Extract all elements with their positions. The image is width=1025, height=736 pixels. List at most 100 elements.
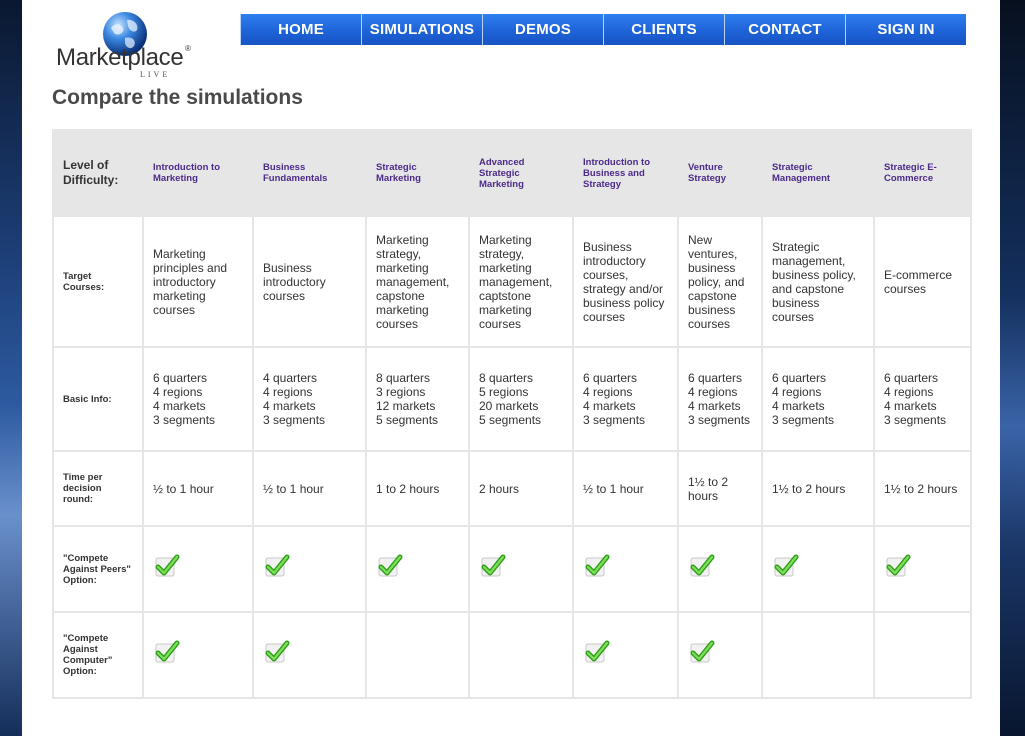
cell-line: 4 markets — [153, 399, 206, 413]
table-cell — [873, 611, 972, 699]
table-body: Target Courses: Marketing principles and … — [52, 215, 972, 699]
table-cell: New ventures, business policy, and capst… — [677, 215, 763, 348]
column-header[interactable]: Introduction to Business and Strategy — [572, 129, 679, 217]
green-checkmark-icon — [884, 552, 912, 580]
column-header[interactable]: Venture Strategy — [677, 129, 763, 217]
column-header[interactable]: Strategic Management — [761, 129, 875, 217]
table-cell — [468, 611, 574, 699]
table-cell: 6 quarters 4 regions 4 markets 3 segments — [142, 346, 254, 452]
main-nav: HOME SIMULATIONS DEMOS CLIENTS CONTACT S… — [240, 14, 966, 45]
table-cell: ½ to 1 hour — [572, 450, 679, 527]
column-header[interactable]: Introduction to Marketing — [142, 129, 254, 217]
table-cell: Marketing strategy, marketing management… — [468, 215, 574, 348]
table-cell — [142, 525, 254, 613]
cell-line: 4 regions — [884, 385, 934, 399]
table-cell: Strategic management, business policy, a… — [761, 215, 875, 348]
cell-line: 4 markets — [688, 399, 741, 413]
table-header-row: Level of Difficulty: Introduction to Mar… — [52, 129, 972, 217]
table-cell — [252, 525, 367, 613]
cell-line: 5 segments — [376, 413, 439, 427]
table-row: "Compete Against Peers" Option: — [52, 525, 972, 613]
green-checkmark-icon — [153, 552, 181, 580]
comparison-table: Level of Difficulty: Introduction to Mar… — [52, 129, 972, 699]
cell-line: 4 regions — [263, 385, 313, 399]
table-cell: 1½ to 2 hours — [873, 450, 972, 527]
column-header[interactable]: Advanced Strategic Marketing — [468, 129, 574, 217]
table-cell: 2 hours — [468, 450, 574, 527]
row-label: Target Courses: — [52, 215, 144, 348]
nav-sign-in[interactable]: SIGN IN — [845, 14, 966, 45]
table-cell — [761, 611, 875, 699]
table-cell: Marketing principles and introductory ma… — [142, 215, 254, 348]
column-header[interactable]: Business Fundamentals — [252, 129, 367, 217]
table-cell — [761, 525, 875, 613]
row-label: Basic Info: — [52, 346, 144, 452]
table-cell — [572, 525, 679, 613]
cell-line: 6 quarters — [583, 371, 638, 385]
table-cell: ½ to 1 hour — [252, 450, 367, 527]
green-checkmark-icon — [376, 552, 404, 580]
table-cell — [677, 611, 763, 699]
cell-line: 4 regions — [772, 385, 822, 399]
difficulty-label: Level of Difficulty: — [52, 129, 144, 217]
table-cell: Business introductory courses — [252, 215, 367, 348]
table-cell: E-commerce courses — [873, 215, 972, 348]
cell-line: 4 markets — [884, 399, 937, 413]
cell-line: 3 segments — [884, 413, 947, 427]
table-cell — [468, 525, 574, 613]
green-checkmark-icon — [583, 638, 611, 666]
cell-line: 20 markets — [479, 399, 539, 413]
green-checkmark-icon — [153, 638, 181, 666]
cell-line: 3 segments — [583, 413, 646, 427]
green-checkmark-icon — [263, 638, 291, 666]
table-row: Basic Info: 6 quarters 4 regions 4 markets 3… — [52, 346, 972, 452]
green-checkmark-icon — [479, 552, 507, 580]
cell-line: 4 regions — [153, 385, 203, 399]
table-cell: ½ to 1 hour — [142, 450, 254, 527]
green-checkmark-icon — [688, 552, 716, 580]
green-checkmark-icon — [772, 552, 800, 580]
table-cell: 8 quarters 3 regions 12 markets 5 segments — [365, 346, 470, 452]
table-cell — [572, 611, 679, 699]
nav-clients[interactable]: CLIENTS — [603, 14, 724, 45]
table-cell — [365, 611, 470, 699]
table-cell: 1 to 2 hours — [365, 450, 470, 527]
cell-line: 3 segments — [688, 413, 751, 427]
table-cell — [677, 525, 763, 613]
marketplace-logo[interactable]: Marketplace ® LIVE — [52, 8, 202, 79]
column-header[interactable]: Strategic Marketing — [365, 129, 470, 217]
cell-line: 6 quarters — [772, 371, 827, 385]
cell-line: 5 segments — [479, 413, 542, 427]
row-label: "Compete Against Peers" Option: — [52, 525, 144, 613]
column-header[interactable]: Strategic E-Commerce — [873, 129, 972, 217]
table-row: Target Courses: Marketing principles and … — [52, 215, 972, 348]
table-cell: Business introductory courses, strategy … — [572, 215, 679, 348]
table-cell — [873, 525, 972, 613]
logo-brand-text: Marketplace — [56, 44, 184, 71]
logo-registered-mark: ® — [185, 44, 191, 53]
nav-simulations[interactable]: SIMULATIONS — [361, 14, 482, 45]
table-cell: 6 quarters 4 regions 4 markets 3 segments — [572, 346, 679, 452]
nav-home[interactable]: HOME — [240, 14, 361, 45]
row-label: "Compete Against Computer" Option: — [52, 611, 144, 699]
cell-line: 4 markets — [263, 399, 316, 413]
green-checkmark-icon — [688, 638, 716, 666]
cell-line: 6 quarters — [688, 371, 743, 385]
table-cell — [252, 611, 367, 699]
table-cell: 8 quarters 5 regions 20 markets 5 segments — [468, 346, 574, 452]
green-checkmark-icon — [263, 552, 291, 580]
table-cell: 4 quarters 4 regions 4 markets 3 segments — [252, 346, 367, 452]
table-cell: Marketing strategy, marketing management… — [365, 215, 470, 348]
green-checkmark-icon — [583, 552, 611, 580]
nav-contact[interactable]: CONTACT — [724, 14, 845, 45]
table-cell: 1½ to 2 hours — [677, 450, 763, 527]
nav-demos[interactable]: DEMOS — [482, 14, 603, 45]
table-cell: 1½ to 2 hours — [761, 450, 875, 527]
cell-line: 4 markets — [772, 399, 825, 413]
table-cell: 6 quarters 4 regions 4 markets 3 segments — [873, 346, 972, 452]
cell-line: 4 quarters — [263, 371, 318, 385]
cell-line: 6 quarters — [153, 371, 208, 385]
cell-line: 3 segments — [153, 413, 216, 427]
table-cell: 6 quarters 4 regions 4 markets 3 segments — [677, 346, 763, 452]
cell-line: 4 regions — [688, 385, 738, 399]
